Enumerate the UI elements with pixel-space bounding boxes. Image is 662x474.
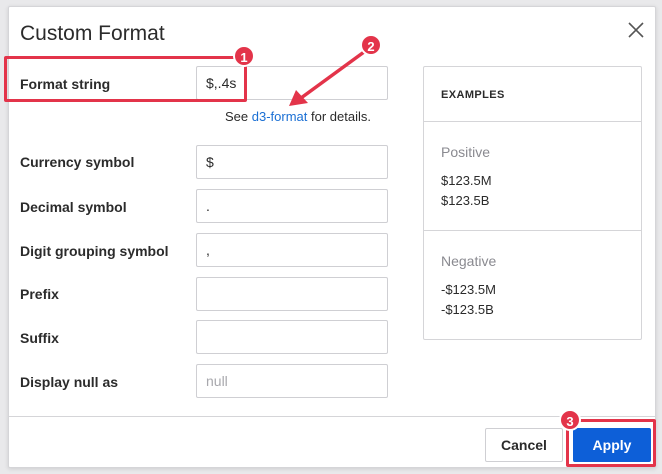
help-prefix: See <box>225 109 252 124</box>
annotation-badge-1: 1 <box>233 45 255 67</box>
annotation-badge-3: 3 <box>559 409 581 431</box>
apply-button[interactable]: Apply <box>573 428 651 462</box>
suffix-label: Suffix <box>20 330 59 346</box>
format-string-label: Format string <box>20 76 111 92</box>
custom-format-dialog: Custom Format Format string See d3-forma… <box>8 6 656 468</box>
dialog-title: Custom Format <box>20 22 165 45</box>
annotation-badge-2: 2 <box>360 34 382 56</box>
examples-negative: Negative -$123.5M -$123.5B <box>424 231 641 320</box>
display-null-as-label: Display null as <box>20 374 119 390</box>
display-null-as-input[interactable] <box>196 364 388 398</box>
prefix-label: Prefix <box>20 286 59 302</box>
help-suffix: for details. <box>307 109 371 124</box>
currency-symbol-label: Currency symbol <box>20 154 135 170</box>
digit-grouping-symbol-input[interactable] <box>196 233 388 267</box>
examples-header: EXAMPLES <box>424 67 641 122</box>
cancel-button[interactable]: Cancel <box>485 428 563 462</box>
d3-format-link[interactable]: d3-format <box>252 109 308 124</box>
close-icon[interactable] <box>626 20 646 40</box>
format-string-input[interactable] <box>196 66 388 100</box>
negative-example: -$123.5B <box>441 302 494 317</box>
currency-symbol-input[interactable] <box>196 145 388 179</box>
decimal-symbol-label: Decimal symbol <box>20 199 127 215</box>
dialog-footer: Cancel Apply <box>9 416 655 467</box>
negative-example: -$123.5M <box>441 282 496 297</box>
prefix-input[interactable] <box>196 277 388 311</box>
positive-example: $123.5B <box>441 193 490 208</box>
examples-positive: Positive $123.5M $123.5B <box>424 122 641 231</box>
examples-panel: EXAMPLES Positive $123.5M $123.5B Negati… <box>423 66 642 340</box>
positive-title: Positive <box>441 144 491 160</box>
digit-grouping-symbol-label: Digit grouping symbol <box>20 243 169 259</box>
positive-example: $123.5M <box>441 173 492 188</box>
negative-title: Negative <box>441 253 497 269</box>
format-help-text: See d3-format for details. <box>225 109 371 124</box>
decimal-symbol-input[interactable] <box>196 189 388 223</box>
suffix-input[interactable] <box>196 320 388 354</box>
